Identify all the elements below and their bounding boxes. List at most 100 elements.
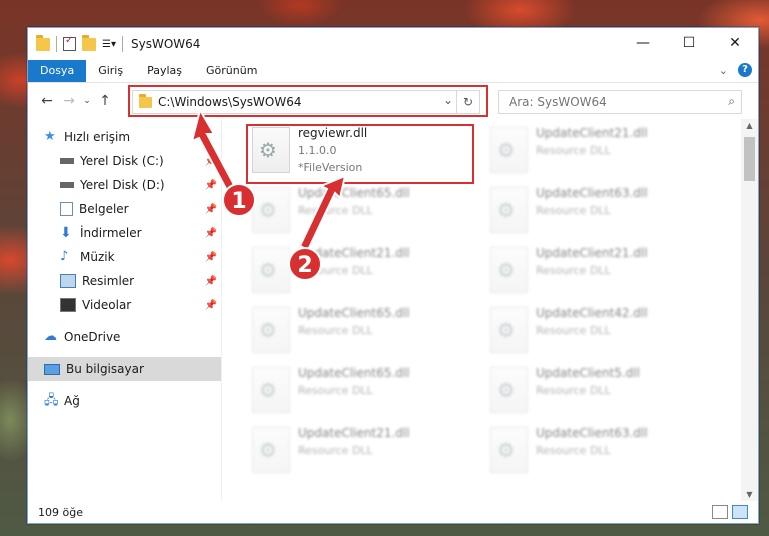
nav-gap	[28, 349, 221, 357]
nav-label: Belgeler	[79, 202, 129, 216]
network-icon: 🖧	[44, 393, 59, 408]
item-count: 109 öğe	[38, 505, 83, 519]
up-arrow-icon[interactable]: ↑	[94, 93, 116, 109]
file-name: UpdateClient65.dll	[298, 306, 410, 320]
nav-item-music[interactable]: ♪ Müzik 📌	[28, 245, 221, 269]
pin-icon[interactable]: 📌	[205, 300, 217, 311]
forward-arrow-icon[interactable]: →	[58, 93, 80, 109]
file-item[interactable]: UpdateClient63.dll Resource DLL	[484, 183, 714, 239]
customize-toolbar-icon[interactable]: ☰▾	[102, 39, 116, 50]
folder-icon	[36, 34, 50, 51]
nav-this-pc[interactable]: Bu bilgisayar	[28, 357, 221, 381]
file-item[interactable]: UpdateClient42.dll Resource DLL	[484, 303, 714, 359]
nav-label: Yerel Disk (C:)	[80, 154, 164, 168]
file-name: UpdateClient21.dll	[536, 246, 648, 260]
drive-icon	[60, 158, 74, 164]
file-description: Resource DLL	[536, 324, 611, 337]
file-item[interactable]: UpdateClient21.dll Resource DLL	[484, 243, 714, 299]
nav-label: OneDrive	[64, 330, 121, 344]
tab-giris[interactable]: Giriş	[86, 60, 135, 82]
pin-icon[interactable]: 📌	[205, 156, 217, 167]
tab-dosya[interactable]: Dosya	[28, 60, 87, 82]
tab-gorunum[interactable]: Görünüm	[194, 60, 269, 82]
quick-access-toolbar: ☰▾	[36, 34, 123, 52]
properties-icon[interactable]	[63, 35, 76, 51]
file-item[interactable]: UpdateClient21.dllResource DLL	[246, 423, 476, 479]
nav-item-local-disk-c[interactable]: Yerel Disk (C:) 📌	[28, 149, 221, 173]
file-item[interactable]: UpdateClient5.dll Resource DLL	[484, 363, 714, 419]
nav-item-pictures[interactable]: Resimler 📌	[28, 269, 221, 293]
file-item[interactable]: UpdateClient21.dll Resource DLL	[484, 123, 714, 179]
nav-label: Videolar	[82, 298, 132, 312]
nav-quick-access[interactable]: ★ Hızlı erişim	[28, 125, 221, 149]
scroll-thumb[interactable]	[744, 137, 755, 181]
scroll-up-icon[interactable]: ▲	[741, 121, 758, 130]
file-item[interactable]: UpdateClient65.dll Resource DLL	[246, 183, 476, 239]
file-name: UpdateClient63.dll	[536, 186, 648, 200]
file-description: Resource DLL	[298, 204, 373, 217]
file-name: UpdateClient63.dll	[536, 426, 648, 440]
search-input[interactable]	[507, 94, 711, 110]
nav-label: Müzik	[80, 250, 115, 264]
nav-item-downloads[interactable]: ⬇ İndirmeler 📌	[28, 221, 221, 245]
scroll-down-icon[interactable]: ▼	[741, 490, 758, 499]
details-view-icon[interactable]	[712, 505, 728, 519]
new-folder-icon[interactable]	[82, 34, 96, 51]
file-item[interactable]: UpdateClient63.dll Resource DLL	[484, 423, 714, 479]
file-name: UpdateClient65.dll	[298, 186, 410, 200]
videos-icon	[60, 298, 76, 312]
nav-network[interactable]: 🖧 Ağ	[28, 389, 221, 413]
back-arrow-icon[interactable]: ←	[36, 93, 58, 109]
search-icon: ⌕	[728, 94, 735, 108]
close-button[interactable]: ✕	[712, 28, 758, 58]
tab-paylas[interactable]: Paylaş	[135, 60, 194, 82]
nav-label: Hızlı erişim	[64, 130, 131, 144]
dll-file-icon	[490, 427, 528, 473]
file-item[interactable]: UpdateClient65.dll Resource DLL	[246, 363, 476, 419]
nav-item-documents[interactable]: Belgeler 📌	[28, 197, 221, 221]
file-description: Resource DLL	[298, 444, 373, 457]
large-icons-view-icon[interactable]	[732, 505, 748, 519]
nav-label: Bu bilgisayar	[66, 362, 144, 376]
recent-locations-icon[interactable]: ⌄	[80, 96, 94, 106]
drive-icon	[60, 182, 74, 188]
pin-icon[interactable]: 📌	[205, 252, 217, 263]
pin-icon[interactable]: 📌	[205, 276, 217, 287]
nav-item-videos[interactable]: Videolar 📌	[28, 293, 221, 317]
search-box[interactable]: ⌕	[498, 90, 742, 114]
file-name: UpdateClient21.dll	[536, 126, 648, 140]
file-description: Resource DLL	[298, 384, 373, 397]
address-bar-highlight	[128, 85, 488, 117]
nav-label: Ağ	[64, 394, 80, 408]
file-description: Resource DLL	[536, 264, 611, 277]
nav-item-local-disk-d[interactable]: Yerel Disk (D:) 📌	[28, 173, 221, 197]
dll-file-icon	[252, 427, 290, 473]
vertical-scrollbar[interactable]: ▲ ▼	[741, 119, 758, 501]
file-description: Resource DLL	[536, 144, 611, 157]
pictures-icon	[60, 274, 76, 288]
dll-file-icon	[490, 127, 528, 173]
maximize-button[interactable]: ☐	[666, 28, 712, 58]
pin-icon[interactable]: 📌	[205, 228, 217, 239]
file-item[interactable]: UpdateClient21.dllResource DLL	[246, 243, 476, 299]
dll-file-icon	[490, 187, 528, 233]
title-bar: ☰▾ SysWOW64 — ☐ ✕	[28, 28, 758, 60]
help-icon[interactable]: ?	[738, 63, 752, 77]
file-name: UpdateClient65.dll	[298, 366, 410, 380]
step-badge-2: 2	[288, 247, 322, 281]
navigation-pane: ★ Hızlı erişim Yerel Disk (C:) 📌 Yerel D…	[28, 119, 222, 501]
file-item[interactable]: UpdateClient65.dll Resource DLL	[246, 303, 476, 359]
minimize-button[interactable]: —	[620, 28, 666, 58]
toolbar-separator	[56, 36, 57, 52]
pin-icon[interactable]: 📌	[205, 180, 217, 191]
dll-file-icon	[252, 247, 290, 293]
toolbar-separator	[121, 36, 123, 52]
star-icon: ★	[44, 129, 56, 144]
file-description: Resource DLL	[298, 324, 373, 337]
expand-ribbon-icon[interactable]: ⌄	[719, 64, 728, 77]
nav-label: Yerel Disk (D:)	[80, 178, 165, 192]
file-description: Resource DLL	[536, 444, 611, 457]
file-description: Resource DLL	[536, 384, 611, 397]
nav-onedrive[interactable]: ☁ OneDrive	[28, 325, 221, 349]
pin-icon[interactable]: 📌	[205, 204, 217, 215]
